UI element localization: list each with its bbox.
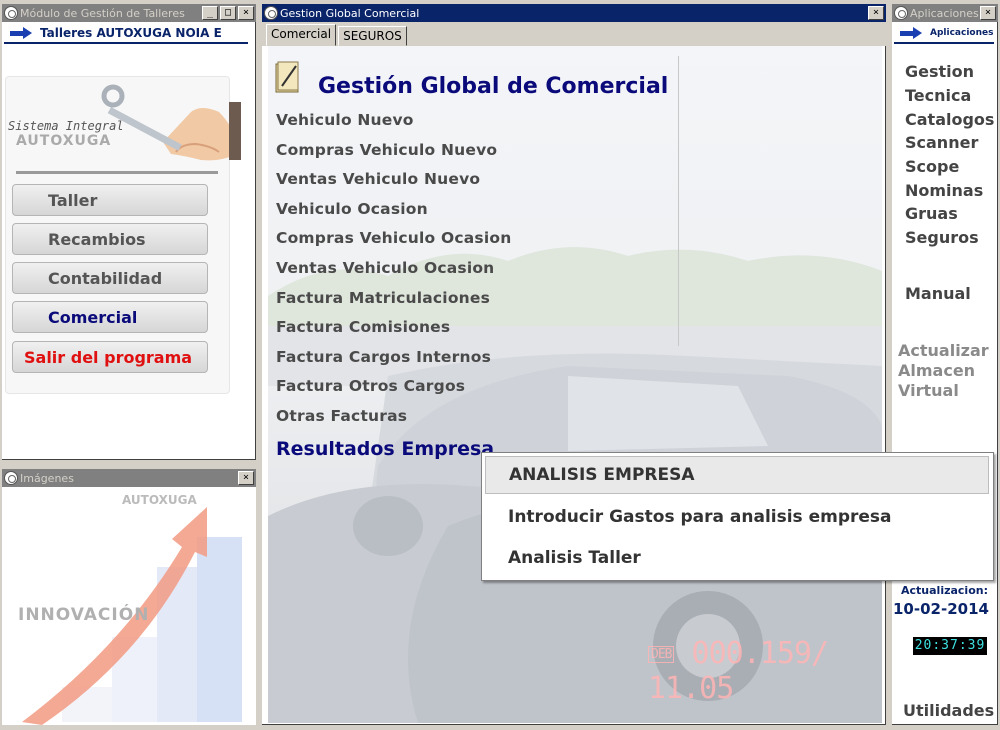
aplicaciones-window: Aplicaciones × Aplicaciones Gestion Tecn… — [890, 2, 1000, 727]
app-catalogos[interactable]: Catalogos — [905, 110, 994, 129]
clock-display: 20:37:39 — [913, 637, 987, 655]
arrow-right-icon — [900, 27, 922, 39]
close-icon[interactable]: × — [980, 6, 996, 20]
menu-factura-cargos-internos[interactable]: Factura Cargos Internos — [276, 348, 491, 366]
menu-vehiculo-ocasion[interactable]: Vehiculo Ocasion — [276, 200, 428, 218]
update-line1[interactable]: Actualizar — [898, 341, 989, 361]
menu-factura-comisiones[interactable]: Factura Comisiones — [276, 318, 450, 336]
window-title: Imágenes — [20, 471, 74, 485]
utilidades-link[interactable]: Utilidades — [903, 701, 994, 720]
manual-link[interactable]: Manual — [905, 284, 971, 303]
button-label: Comercial — [48, 307, 138, 327]
menu-ventas-vehiculo-ocasion[interactable]: Ventas Vehiculo Ocasion — [276, 259, 494, 277]
comercial-panel: Gestión Global de Comercial Vehiculo Nue… — [268, 46, 882, 723]
app-icon — [4, 6, 18, 20]
slogan-label: INNOVACIÓN — [18, 605, 150, 625]
tab-strip: Comercial SEGUROS — [262, 22, 886, 46]
taller-button[interactable]: Taller — [12, 184, 208, 216]
popup-item-introducir-gastos[interactable]: Introducir Gastos para analisis empresa — [485, 498, 989, 536]
logo-line2: AUTOXUGA — [16, 133, 112, 149]
aplicaciones-titlebar[interactable]: Aplicaciones × — [892, 4, 998, 22]
comercial-titlebar[interactable]: Gestion Global Comercial × — [262, 4, 886, 22]
window-title: Aplicaciones — [910, 6, 979, 20]
comercial-button[interactable]: Comercial — [12, 301, 208, 333]
close-icon[interactable]: × — [238, 471, 254, 485]
popup-item-analisis-empresa[interactable]: ANALISIS EMPRESA — [485, 456, 989, 494]
odometer-value: 000.159/ 11.05 — [648, 636, 829, 706]
divider — [678, 56, 679, 346]
nav-label: Talleres AUTOXUGA NOIA E — [40, 26, 222, 40]
app-scanner[interactable]: Scanner — [905, 133, 978, 152]
menu-ventas-vehiculo-nuevo[interactable]: Ventas Vehiculo Nuevo — [276, 170, 480, 188]
talleres-nav[interactable]: Talleres AUTOXUGA NOIA E — [4, 24, 248, 44]
menu-compras-vehiculo-ocasion[interactable]: Compras Vehiculo Ocasion — [276, 229, 511, 247]
maximize-icon[interactable]: □ — [220, 6, 236, 20]
brand-label: AUTOXUGA — [122, 493, 197, 507]
analisis-popup-menu: ANALISIS EMPRESA Introducir Gastos para … — [481, 452, 994, 581]
window-title: Gestion Global Comercial — [280, 6, 420, 20]
menu-factura-otros-cargos[interactable]: Factura Otros Cargos — [276, 377, 465, 395]
close-icon[interactable]: × — [238, 6, 254, 20]
menu-otras-facturas[interactable]: Otras Facturas — [276, 407, 407, 425]
menu-resultados-empresa[interactable]: Resultados Empresa — [276, 438, 494, 460]
app-gestion[interactable]: Gestion — [905, 62, 974, 81]
logo-divider — [16, 171, 218, 174]
app-tecnica[interactable]: Tecnica — [905, 86, 971, 105]
arrow-right-icon — [10, 27, 32, 39]
talleres-titlebar[interactable]: Módulo de Gestión de Talleres _ □ × — [2, 4, 256, 22]
talleres-window: Módulo de Gestión de Talleres _ □ × Tall… — [0, 2, 258, 462]
button-label: Salir del programa — [24, 347, 193, 367]
menu-vehiculo-nuevo[interactable]: Vehiculo Nuevo — [276, 111, 414, 129]
menu-factura-matriculaciones[interactable]: Factura Matriculaciones — [276, 289, 490, 307]
update-line3[interactable]: Virtual — [898, 381, 959, 401]
salir-button[interactable]: Salir del programa — [12, 341, 208, 373]
comercial-window: Gestion Global Comercial × Comercial SEG… — [260, 2, 888, 727]
update-date: 10-02-2014 — [893, 600, 989, 618]
button-label: Recambios — [48, 229, 146, 249]
menu-compras-vehiculo-nuevo[interactable]: Compras Vehiculo Nuevo — [276, 141, 497, 159]
app-nominas[interactable]: Nominas — [905, 181, 983, 200]
app-seguros[interactable]: Seguros — [905, 228, 979, 247]
app-icon — [264, 6, 278, 20]
button-label: Contabilidad — [48, 268, 163, 288]
tab-seguros[interactable]: SEGUROS — [338, 26, 407, 46]
odometer-readout: DEB 000.159/ 11.05 — [648, 636, 882, 706]
update-label: Actualizacion: — [901, 584, 988, 597]
popup-item-analisis-taller[interactable]: Analisis Taller — [485, 539, 989, 577]
odometer-icon: DEB — [648, 646, 675, 663]
wrench-icon — [101, 84, 241, 161]
imagenes-window: Imágenes × AUTOXUGA INNOVACIÓN — [0, 467, 258, 727]
app-icon — [4, 471, 18, 485]
page-title: Gestión Global de Comercial — [318, 74, 669, 99]
notebook-icon — [275, 61, 299, 93]
close-icon[interactable]: × — [868, 6, 884, 20]
innovation-image: AUTOXUGA INNOVACIÓN — [2, 487, 256, 725]
tab-comercial[interactable]: Comercial — [266, 24, 337, 46]
aplicaciones-nav[interactable]: Aplicaciones — [894, 24, 994, 44]
recambios-button[interactable]: Recambios — [12, 223, 208, 255]
app-gruas[interactable]: Gruas — [905, 204, 958, 223]
button-label: Taller — [48, 190, 98, 210]
app-icon — [894, 6, 908, 20]
contabilidad-button[interactable]: Contabilidad — [12, 262, 208, 294]
imagenes-titlebar[interactable]: Imágenes × — [2, 469, 256, 487]
window-title: Módulo de Gestión de Talleres — [20, 6, 185, 20]
update-line2[interactable]: Almacen — [898, 361, 975, 381]
app-scope[interactable]: Scope — [905, 157, 959, 176]
nav-label: Aplicaciones — [930, 28, 994, 38]
minimize-icon[interactable]: _ — [202, 6, 218, 20]
